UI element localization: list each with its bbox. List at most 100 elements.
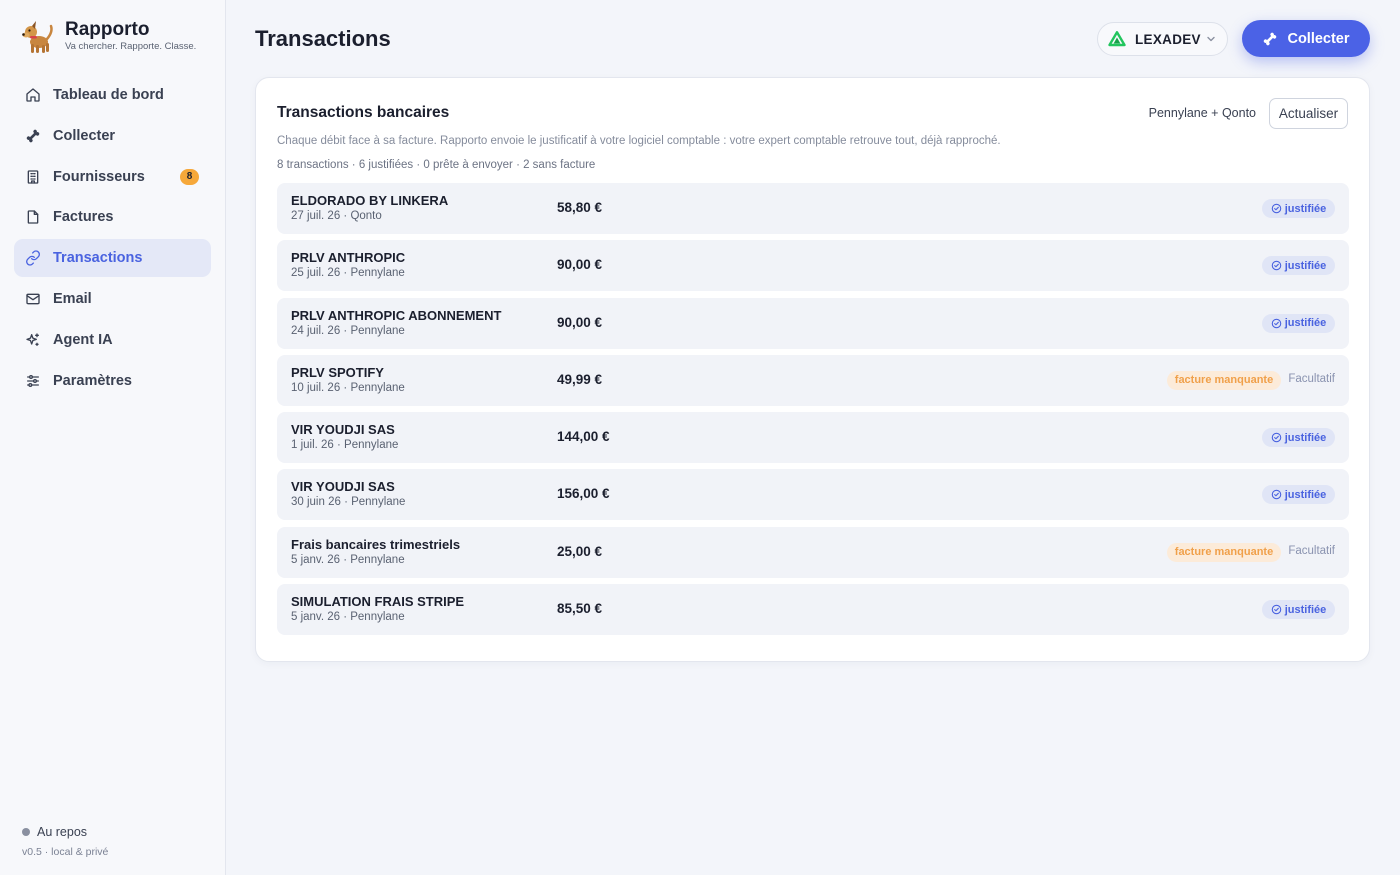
status-label: justifiée xyxy=(1284,488,1327,501)
transaction-amount: 85,50 € xyxy=(557,601,603,617)
transaction-name: PRLV ANTHROPIC ABONNEMENT xyxy=(291,307,502,323)
collect-button[interactable]: Collecter xyxy=(1242,20,1370,57)
transaction-stats: 8 transactions · 6 justifiées · 0 prête … xyxy=(277,159,596,171)
check-circle-icon xyxy=(1271,261,1281,271)
status-badge: justifiée xyxy=(1262,199,1335,218)
sidebar-item-fournisseurs[interactable]: Fournisseurs 8 xyxy=(14,158,211,196)
dog-logo-icon xyxy=(22,21,53,53)
check-circle-icon xyxy=(1271,318,1281,328)
transaction-meta: 1 juil. 26 · Pennylane xyxy=(291,439,399,452)
status-dot xyxy=(22,828,30,836)
brand-name: Rapporto xyxy=(65,19,150,40)
transaction-amount: 58,80 € xyxy=(557,200,603,215)
transaction-row[interactable]: ELDORADO BY LINKERA 27 juil. 26 · Qonto … xyxy=(277,183,1349,234)
card-description: Chaque débit face à sa facture. Rapporto… xyxy=(277,135,1001,147)
link-icon xyxy=(25,250,41,266)
refresh-button[interactable]: Actualiser xyxy=(1269,98,1348,129)
building-icon xyxy=(25,169,41,185)
check-circle-icon xyxy=(1271,203,1281,214)
sidebar-footer: Au repos v0.5 · local & privé xyxy=(22,825,108,858)
transaction-row[interactable]: VIR YOUDJI SAS 30 juin 26 · Pennylane 15… xyxy=(277,469,1349,521)
transaction-row[interactable]: VIR YOUDJI SAS 1 juil. 26 · Pennylane 14… xyxy=(277,412,1349,464)
status-badge: justifiée xyxy=(1262,313,1335,333)
transaction-name: PRLV SPOTIFY xyxy=(291,364,384,380)
transaction-row[interactable]: PRLV ANTHROPIC ABONNEMENT 24 juil. 26 · … xyxy=(277,297,1349,349)
status-label: justifiée xyxy=(1284,259,1327,272)
company-logo-icon xyxy=(1108,31,1126,47)
transaction-amount: 49,99 € xyxy=(557,371,603,387)
transaction-name: ELDORADO BY LINKERA xyxy=(291,193,449,208)
version-label: v0.5 · local & privé xyxy=(22,846,109,858)
transactions-list: ELDORADO BY LINKERA 27 juil. 26 · Qonto … xyxy=(277,183,1349,641)
optional-label[interactable]: Facultatif xyxy=(1288,373,1335,385)
brand[interactable]: Rapporto Va chercher. Rapporte. Classe. xyxy=(20,18,196,54)
sidebar-item-label: Transactions xyxy=(53,250,143,267)
card-title: Transactions bancaires xyxy=(277,104,450,121)
suppliers-count-badge: 8 xyxy=(180,168,199,185)
bone-icon xyxy=(25,128,41,144)
optional-label[interactable]: Facultatif xyxy=(1288,545,1335,557)
sidebar-item-label: Factures xyxy=(53,209,114,226)
transaction-row[interactable]: PRLV SPOTIFY 10 juil. 26 · Pennylane 49,… xyxy=(277,354,1349,406)
sidebar-item-parametres[interactable]: Paramètres xyxy=(14,362,211,400)
transaction-meta: 27 juil. 26 · Qonto xyxy=(291,210,382,222)
transaction-amount: 25,00 € xyxy=(557,543,603,559)
missing-invoice-badge[interactable]: facture manquante xyxy=(1167,542,1281,562)
home-icon xyxy=(25,87,41,103)
chevron-down-icon xyxy=(1207,36,1215,42)
company-selector[interactable]: LEXADEV xyxy=(1097,22,1228,56)
sidebar-item-label: Collecter xyxy=(53,127,116,144)
transaction-row[interactable]: PRLV ANTHROPIC 25 juil. 26 · Pennylane 9… xyxy=(277,240,1349,292)
sidebar-item-transactions[interactable]: Transactions xyxy=(14,239,211,278)
data-source-label: Pennylane + Qonto xyxy=(1148,106,1256,120)
sidebar-item-label: Email xyxy=(53,290,92,307)
transaction-name: SIMULATION FRAIS STRIPE xyxy=(291,594,465,610)
transaction-amount: 156,00 € xyxy=(557,486,610,502)
status-label: Au repos xyxy=(37,825,88,839)
transaction-row[interactable]: SIMULATION FRAIS STRIPE 5 janv. 26 · Pen… xyxy=(277,584,1349,636)
brand-tagline: Va chercher. Rapporte. Classe. xyxy=(65,41,197,52)
sidebar-item-agent-ia[interactable]: Agent IA xyxy=(14,321,211,359)
transaction-name: VIR YOUDJI SAS xyxy=(291,479,395,495)
sliders-icon xyxy=(25,373,41,389)
sidebar: Rapporto Va chercher. Rapporte. Classe. … xyxy=(0,0,226,875)
sidebar-item-collecter[interactable]: Collecter xyxy=(14,117,211,155)
sidebar-item-label: Tableau de bord xyxy=(53,87,164,103)
status-label: justifiée xyxy=(1284,603,1327,616)
check-circle-icon xyxy=(1271,490,1281,500)
sidebar-item-factures[interactable]: Factures xyxy=(14,198,211,236)
transaction-name: PRLV ANTHROPIC xyxy=(291,250,406,266)
check-circle-icon xyxy=(1271,432,1281,443)
transaction-meta: 5 janv. 26 · Pennylane xyxy=(291,553,405,566)
transaction-meta: 24 juil. 26 · Pennylane xyxy=(291,324,405,337)
collect-button-label: Collecter xyxy=(1287,30,1350,47)
status-badge: justifiée xyxy=(1262,600,1335,620)
transaction-amount: 90,00 € xyxy=(557,314,603,330)
page-title: Transactions xyxy=(255,26,391,51)
transaction-meta: 30 juin 26 · Pennylane xyxy=(291,496,406,509)
sidebar-nav: Tableau de bord Collecter Fournisseurs 8… xyxy=(14,76,211,402)
transaction-name: Frais bancaires trimestriels xyxy=(291,536,461,552)
transaction-meta: 25 juil. 26 · Pennylane xyxy=(291,267,405,280)
status-label: justifiée xyxy=(1284,317,1327,330)
missing-invoice-badge[interactable]: facture manquante xyxy=(1167,370,1281,390)
status-badge: justifiée xyxy=(1262,485,1335,505)
transaction-meta: 5 janv. 26 · Pennylane xyxy=(291,611,405,624)
sidebar-item-label: Agent IA xyxy=(53,331,113,348)
sidebar-item-label: Fournisseurs xyxy=(53,168,145,185)
check-circle-icon xyxy=(1271,604,1281,615)
sidebar-item-tableau-de-bord[interactable]: Tableau de bord xyxy=(14,76,211,114)
transaction-amount: 90,00 € xyxy=(557,257,603,273)
mail-icon xyxy=(25,291,41,307)
transaction-name: VIR YOUDJI SAS xyxy=(291,422,395,438)
transaction-amount: 144,00 € xyxy=(557,429,610,445)
file-icon xyxy=(25,209,41,225)
sidebar-item-label: Paramètres xyxy=(53,372,132,389)
transaction-row[interactable]: Frais bancaires trimestriels 5 janv. 26 … xyxy=(277,526,1349,578)
sidebar-item-email[interactable]: Email xyxy=(14,280,211,318)
company-name: LEXADEV xyxy=(1135,31,1201,47)
status-label: justifiée xyxy=(1284,431,1327,444)
agent-status: Au repos xyxy=(22,825,108,839)
sparkles-icon xyxy=(25,332,41,348)
status-label: justifiée xyxy=(1284,202,1327,215)
